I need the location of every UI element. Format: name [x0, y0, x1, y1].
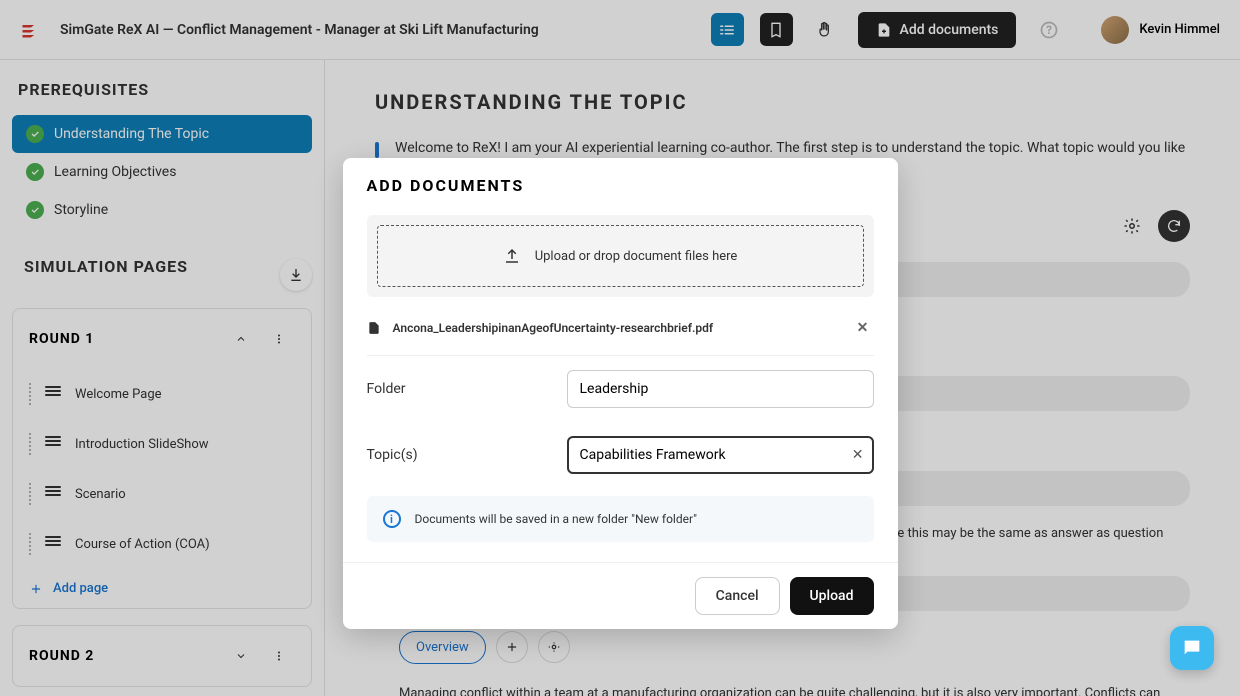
file-name: Ancona_LeadershipinanAgeofUncertainty-re… — [393, 321, 714, 335]
topics-label: Topic(s) — [367, 447, 567, 463]
uploaded-file-row: Ancona_LeadershipinanAgeofUncertainty-re… — [367, 313, 874, 356]
folder-input[interactable] — [567, 370, 874, 408]
folder-label: Folder — [367, 381, 567, 397]
chat-fab[interactable] — [1170, 626, 1214, 670]
upload-icon — [503, 247, 521, 265]
clear-topics-button[interactable]: ✕ — [852, 447, 864, 463]
upload-button[interactable]: Upload — [790, 577, 874, 615]
remove-file-button[interactable]: ✕ — [852, 317, 874, 339]
modal-header: ADD DOCUMENTS — [343, 158, 898, 209]
folder-row: Folder — [367, 356, 874, 422]
info-icon: i — [383, 510, 401, 528]
file-icon — [367, 320, 381, 336]
modal-footer: Cancel Upload — [343, 562, 898, 629]
dropzone[interactable]: Upload or drop document files here — [377, 225, 864, 287]
dropzone-label: Upload or drop document files here — [535, 249, 738, 264]
chat-icon — [1181, 637, 1203, 659]
modal-title: ADD DOCUMENTS — [367, 176, 874, 195]
info-banner: i Documents will be saved in a new folde… — [367, 496, 874, 542]
cancel-button[interactable]: Cancel — [695, 577, 780, 615]
topics-row: Topic(s) ✕ — [367, 422, 874, 488]
dropzone-container: Upload or drop document files here — [367, 215, 874, 297]
topics-input[interactable] — [567, 436, 874, 474]
info-text: Documents will be saved in a new folder … — [415, 512, 697, 526]
add-documents-modal: ADD DOCUMENTS Upload or drop document fi… — [343, 158, 898, 629]
modal-overlay[interactable]: ADD DOCUMENTS Upload or drop document fi… — [0, 0, 1240, 696]
